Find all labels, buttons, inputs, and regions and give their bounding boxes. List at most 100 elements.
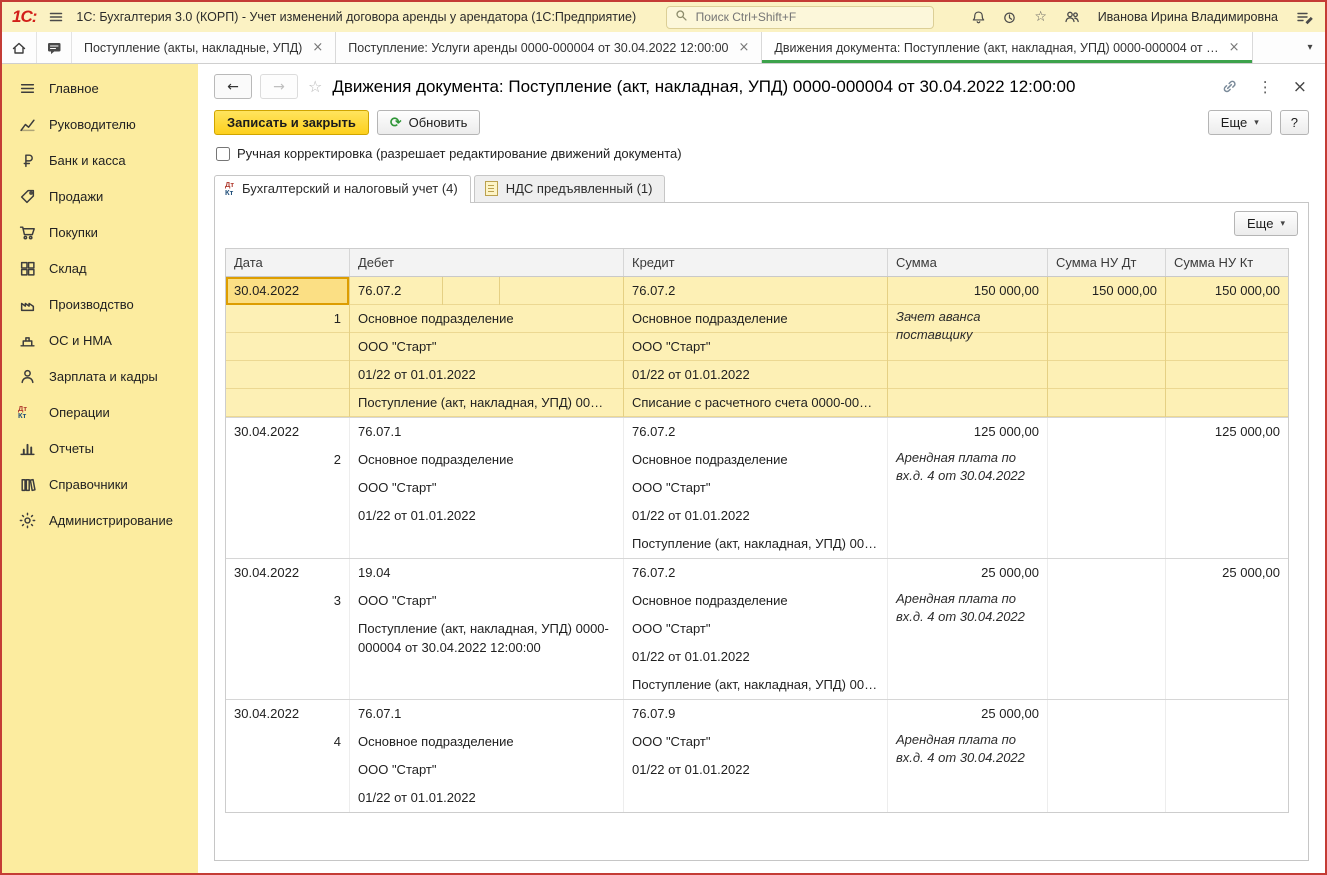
- cell-amount[interactable]: 150 000,00 Зачет аванса поставщику: [888, 277, 1048, 417]
- cell-amount[interactable]: 25 000,00 Арендная плата по вх.д. 4 от 3…: [888, 559, 1048, 699]
- cell-amount-nu-kt[interactable]: 25 000,00: [1166, 559, 1288, 699]
- cell-credit[interactable]: 76.07.9 ООО "Старт" 01/22 от 01.01.2022: [624, 700, 888, 812]
- window-tab-receipt-document[interactable]: Поступление: Услуги аренды 0000-000004 о…: [336, 32, 763, 63]
- tab-close-icon[interactable]: ×: [739, 40, 750, 55]
- cell-debit[interactable]: 76.07.1 Основное подразделение ООО "Стар…: [350, 418, 624, 558]
- users-icon[interactable]: [1061, 6, 1083, 28]
- cell-date[interactable]: 30.04.2022 4: [226, 700, 350, 812]
- amount-note: Арендная плата по вх.д. 4 от 30.04.2022: [896, 591, 1025, 624]
- table-row[interactable]: 30.04.2022 4 76.07.1 Основное подразделе…: [226, 700, 1288, 812]
- sidebar-item-sales[interactable]: Продажи: [2, 178, 198, 214]
- col-header-credit[interactable]: Кредит: [624, 249, 888, 276]
- sidebar-item-reports[interactable]: Отчеты: [2, 430, 198, 466]
- debit-line: ООО "Старт": [358, 593, 437, 608]
- content-area: ← → ☆ Движения документа: Поступление (а…: [198, 64, 1325, 873]
- sidebar-item-bank-cash[interactable]: Банк и касса: [2, 142, 198, 178]
- vat-document-icon: [484, 181, 498, 196]
- get-link-icon[interactable]: [1221, 78, 1238, 95]
- col-header-amount[interactable]: Сумма: [888, 249, 1048, 276]
- cell-date[interactable]: 30.04.2022 2: [226, 418, 350, 558]
- sidebar-item-directories[interactable]: Справочники: [2, 466, 198, 502]
- col-header-amount-nu-dt[interactable]: Сумма НУ Дт: [1048, 249, 1166, 276]
- cell-credit[interactable]: 76.07.2 Основное подразделение ООО "Стар…: [624, 418, 888, 558]
- cell-amount-nu-dt[interactable]: [1048, 700, 1166, 812]
- search-input[interactable]: [693, 9, 925, 25]
- cell-credit[interactable]: 76.07.2 Основное подразделение ООО "Стар…: [624, 559, 888, 699]
- tab-list-chevron-down-icon[interactable]: ▾: [1295, 32, 1325, 63]
- back-button[interactable]: ←: [214, 74, 252, 99]
- cell-amount-nu-dt[interactable]: 150 000,00: [1048, 277, 1166, 417]
- current-cell-date[interactable]: 30.04.2022: [226, 277, 349, 305]
- credit-line: Поступление (акт, накладная, УПД) 00…: [632, 677, 878, 692]
- amount-value: 125 000,00: [973, 424, 1039, 439]
- cell-amount-nu-kt[interactable]: 150 000,00: [1166, 277, 1288, 417]
- sidebar-item-purchases[interactable]: Покупки: [2, 214, 198, 250]
- table-row[interactable]: 30.04.2022 1 76.07.2 Основное подразделе…: [226, 277, 1288, 418]
- main-menu-icon[interactable]: [45, 6, 67, 28]
- cell-amount-nu-kt[interactable]: 125 000,00: [1166, 418, 1288, 558]
- history-icon[interactable]: [999, 6, 1021, 28]
- movements-table: Дата Дебет Кредит Сумма Сумма НУ Дт Сумм…: [225, 248, 1289, 813]
- amount-nu-dt-value: 150 000,00: [1091, 283, 1157, 298]
- cell-amount-nu-kt[interactable]: [1166, 700, 1288, 812]
- tab-vat-presented[interactable]: НДС предъявленный (1): [473, 175, 666, 202]
- help-button[interactable]: ?: [1279, 110, 1309, 135]
- amount-nu-dt-value: [1048, 559, 1165, 587]
- close-form-icon[interactable]: ×: [1293, 77, 1307, 97]
- cell-debit[interactable]: 19.04 ООО "Старт" Поступление (акт, накл…: [350, 559, 624, 699]
- service-menu-icon[interactable]: [1293, 6, 1315, 28]
- debit-line: 76.07.1: [358, 706, 402, 721]
- sidebar-item-warehouse[interactable]: Склад: [2, 250, 198, 286]
- date-value: 30.04.2022: [234, 565, 300, 580]
- discussions-icon[interactable]: [37, 32, 72, 63]
- sidebar-item-operations[interactable]: Дт Кт Операции: [2, 394, 198, 430]
- sidebar-item-production[interactable]: Производство: [2, 286, 198, 322]
- sidebar-item-main[interactable]: Главное: [2, 70, 198, 106]
- debit-line: Поступление (акт, накладная, УПД) 00…: [358, 395, 604, 410]
- cell-debit[interactable]: 76.07.1 Основное подразделение ООО "Стар…: [350, 700, 624, 812]
- cell-amount-nu-dt[interactable]: [1048, 559, 1166, 699]
- col-header-debit[interactable]: Дебет: [350, 249, 624, 276]
- favorites-star-icon[interactable]: ☆: [1030, 6, 1052, 28]
- sidebar-item-fixed-assets[interactable]: ОС и НМА: [2, 322, 198, 358]
- forward-button[interactable]: →: [260, 74, 298, 99]
- form-toolbar: Записать и закрыть ⟳ Обновить Еще ▾ ?: [198, 105, 1325, 144]
- table-row[interactable]: 30.04.2022 3 19.04 ООО "Старт" Поступлен…: [226, 559, 1288, 700]
- notifications-bell-icon[interactable]: [968, 6, 990, 28]
- manual-correction-checkbox[interactable]: [216, 146, 230, 161]
- col-header-date[interactable]: Дата: [226, 249, 350, 276]
- sidebar-item-administration[interactable]: Администрирование: [2, 502, 198, 538]
- cell-amount[interactable]: 25 000,00 Арендная плата по вх.д. 4 от 3…: [888, 700, 1048, 812]
- cell-amount-nu-dt[interactable]: [1048, 418, 1166, 558]
- window-tab-receipts-list[interactable]: Поступление (акты, накладные, УПД) ×: [72, 32, 337, 63]
- tab-close-icon[interactable]: ×: [1229, 40, 1240, 55]
- tab-close-icon[interactable]: ×: [312, 40, 323, 55]
- global-search[interactable]: [665, 5, 934, 29]
- cell-amount[interactable]: 125 000,00 Арендная плата по вх.д. 4 от …: [888, 418, 1048, 558]
- save-and-close-button[interactable]: Записать и закрыть: [214, 110, 369, 135]
- credit-line: 01/22 от 01.01.2022: [632, 649, 750, 664]
- col-header-amount-nu-kt[interactable]: Сумма НУ Кт: [1166, 249, 1288, 276]
- tab-accounting-tax[interactable]: Дт Кт Бухгалтерский и налоговый учет (4): [214, 175, 471, 203]
- home-icon[interactable]: [2, 32, 37, 63]
- bar-chart-icon: [18, 440, 36, 457]
- cart-icon: [18, 224, 36, 241]
- app-title: 1С: Бухгалтерия 3.0 (КОРП) - Учет измене…: [76, 10, 637, 24]
- cell-credit[interactable]: 76.07.2 Основное подразделение ООО "Стар…: [624, 277, 888, 417]
- amount-nu-dt-value: [1048, 700, 1165, 728]
- sidebar-item-manager[interactable]: Руководителю: [2, 106, 198, 142]
- window-tab-document-movements[interactable]: Движения документа: Поступление (акт, на…: [762, 32, 1253, 63]
- cell-date[interactable]: 30.04.2022 3: [226, 559, 350, 699]
- sidebar-item-label: Склад: [49, 260, 87, 276]
- cell-debit[interactable]: 76.07.2 Основное подразделение ООО "Стар…: [350, 277, 624, 417]
- more-button[interactable]: Еще ▾: [1207, 110, 1272, 135]
- kebab-menu-icon[interactable]: ⋮: [1258, 78, 1273, 96]
- current-user-name[interactable]: Иванова Ирина Владимировна: [1098, 10, 1278, 24]
- favorite-star-icon[interactable]: ☆: [308, 77, 322, 96]
- table-row[interactable]: 30.04.2022 2 76.07.1 Основное подразделе…: [226, 418, 1288, 559]
- table-more-button[interactable]: Еще ▾: [1234, 211, 1298, 236]
- cell-date[interactable]: 30.04.2022 1: [226, 277, 350, 417]
- sidebar-item-salary-hr[interactable]: Зарплата и кадры: [2, 358, 198, 394]
- sidebar-item-label: Отчеты: [49, 440, 94, 456]
- refresh-button[interactable]: ⟳ Обновить: [376, 110, 481, 135]
